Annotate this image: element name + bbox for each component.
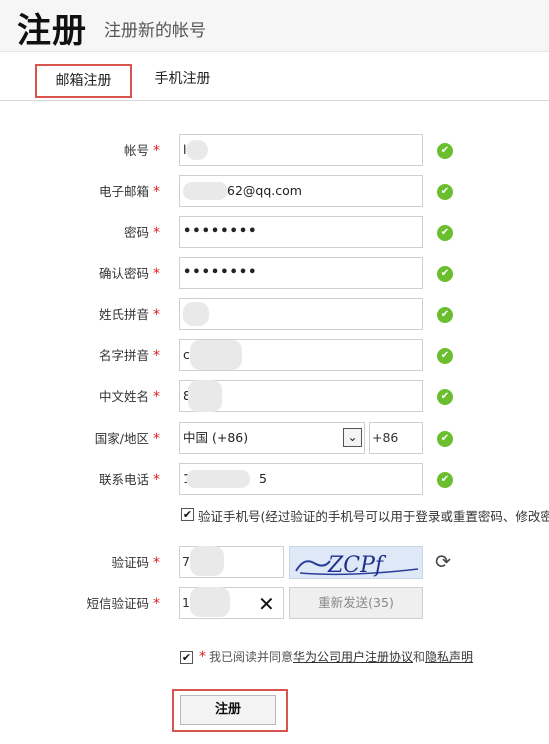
privacy-blur: [188, 380, 222, 412]
check-circle-icon: ✔: [437, 431, 453, 447]
agreement-text: * 我已阅读并同意华为公司用户注册协议和隐私声明: [199, 649, 474, 665]
surname-pinyin-label: 姓氏拼音 *: [98, 307, 160, 323]
password-label: 密码 *: [123, 225, 160, 241]
verify-phone-text: 验证手机号(经过验证的手机号可以用于登录或重置密码、修改密: [198, 509, 549, 524]
privacy-blur: [190, 546, 224, 576]
phone-label: 联系电话 *: [98, 472, 160, 488]
check-circle-icon: ✔: [437, 348, 453, 364]
chinese-name-label: 中文姓名 *: [98, 389, 160, 405]
captcha-image[interactable]: ZCPf: [289, 546, 423, 579]
privacy-blur: [186, 470, 250, 488]
privacy-blur: [190, 340, 242, 370]
register-button[interactable]: 注册: [180, 695, 276, 725]
country-select[interactable]: 中国 (+86) ⌄: [179, 422, 365, 454]
surname-pinyin-input[interactable]: [179, 298, 423, 330]
agreement-checkbox[interactable]: ✔: [180, 651, 193, 664]
page-title: 注册: [17, 11, 87, 51]
captcha-label: 验证码 *: [111, 555, 160, 571]
page-subtitle: 注册新的帐号: [104, 21, 206, 41]
password-input[interactable]: ••••••••: [179, 216, 423, 248]
check-circle-icon: ✔: [437, 266, 453, 282]
given-name-pinyin-label: 名字拼音 *: [98, 348, 160, 364]
close-icon[interactable]: ✕: [258, 592, 275, 616]
user-agreement-link[interactable]: 华为公司用户注册协议: [293, 650, 413, 664]
privacy-policy-link[interactable]: 隐私声明: [425, 650, 473, 664]
privacy-blur: [186, 140, 208, 160]
resend-sms-button[interactable]: 重新发送(35): [289, 587, 423, 619]
tab-email-register[interactable]: 邮箱注册: [35, 64, 132, 98]
check-circle-icon: ✔: [437, 143, 453, 159]
check-circle-icon: ✔: [437, 225, 453, 241]
account-label: 帐号 *: [123, 143, 160, 159]
captcha-graphic: ZCPf: [295, 553, 419, 578]
country-code-field[interactable]: +86: [369, 422, 423, 454]
sms-code-label: 短信验证码 *: [86, 596, 160, 612]
privacy-blur: [183, 302, 209, 326]
chevron-down-icon[interactable]: ⌄: [343, 428, 362, 447]
country-label: 国家/地区 *: [94, 431, 160, 447]
captcha-text: ZCPf: [327, 553, 387, 578]
confirm-password-label: 确认密码 *: [98, 266, 160, 282]
privacy-blur: [190, 587, 230, 617]
verify-phone-checkbox[interactable]: ✔: [181, 508, 194, 521]
refresh-icon[interactable]: ⟳: [432, 551, 454, 573]
check-circle-icon: ✔: [437, 307, 453, 323]
account-input[interactable]: l: [179, 134, 423, 166]
check-circle-icon: ✔: [437, 389, 453, 405]
email-label: 电子邮箱 *: [98, 184, 160, 200]
privacy-blur: [183, 182, 228, 200]
confirm-password-input[interactable]: ••••••••: [179, 257, 423, 289]
check-circle-icon: ✔: [437, 184, 453, 200]
tab-phone-register[interactable]: 手机注册: [145, 64, 220, 98]
check-circle-icon: ✔: [437, 472, 453, 488]
